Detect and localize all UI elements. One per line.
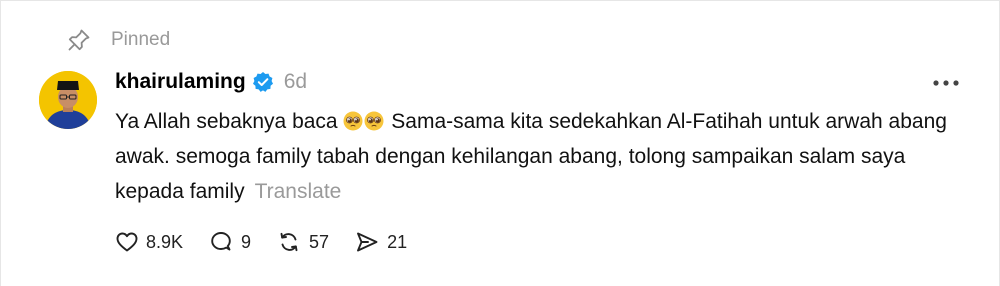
heart-icon [116, 232, 138, 252]
repost-count: 57 [309, 231, 330, 252]
share-button[interactable]: 21 [354, 230, 407, 254]
pinned-indicator: Pinned [65, 27, 170, 53]
username[interactable]: khairulaming [115, 70, 246, 94]
pin-icon [65, 26, 93, 54]
post-time[interactable]: 6d [284, 70, 307, 94]
reply-button[interactable]: 9 [208, 230, 251, 254]
like-button[interactable]: 8.9K [115, 230, 183, 254]
verified-badge-icon [252, 71, 274, 93]
post-text-start: Ya Allah sebaknya baca [115, 110, 344, 133]
pleading-face-emoji [343, 107, 363, 131]
avatar[interactable] [39, 71, 97, 129]
repost-button[interactable]: 57 [276, 230, 329, 254]
pleading-face-emoji [364, 107, 384, 131]
more-options-icon[interactable] [931, 69, 961, 97]
send-icon [357, 232, 378, 252]
post-header: khairulaming 6d [115, 66, 307, 98]
translate-link[interactable]: Translate [255, 180, 342, 203]
reply-count: 9 [241, 231, 252, 252]
share-count: 21 [387, 231, 408, 252]
like-count: 8.9K [146, 231, 184, 252]
post-card: Pinned khairulaming 6d Ya Allah sebaknya… [0, 0, 1000, 286]
repost-icon [280, 232, 298, 252]
post-actions: 8.9K 9 57 21 [115, 227, 432, 257]
reply-bubble-icon [211, 232, 231, 251]
pinned-label: Pinned [111, 29, 171, 50]
post-body: Ya Allah sebaknya baca Sama-sama kita se… [115, 104, 955, 209]
